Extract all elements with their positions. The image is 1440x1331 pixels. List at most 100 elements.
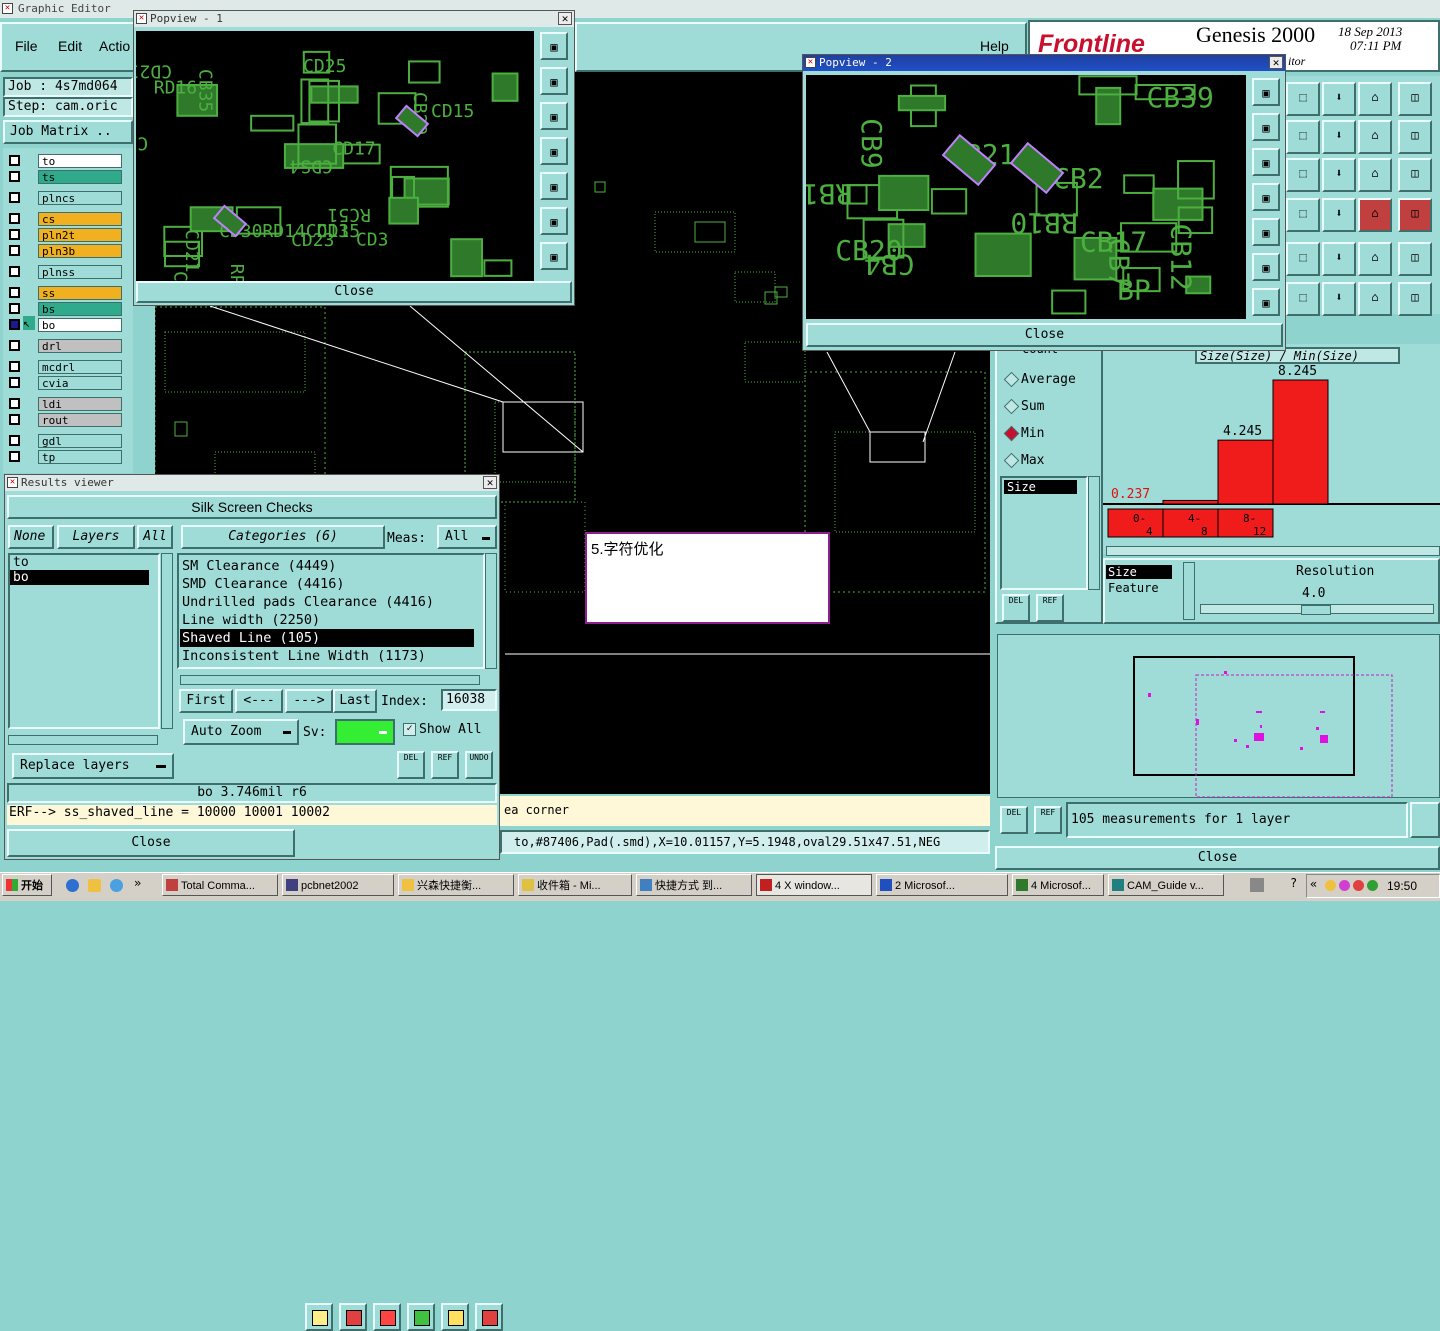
layer-row-pln2t[interactable]: pln2t <box>8 228 124 242</box>
rv-action-icon-4[interactable] <box>407 1303 435 1331</box>
layer-checkbox[interactable] <box>9 192 20 203</box>
layer-checkbox[interactable] <box>9 451 20 462</box>
stats-list-item[interactable]: Size <box>1004 480 1077 494</box>
tool-button-5-4[interactable]: ◫ <box>1398 242 1432 276</box>
rv-layer-to[interactable]: to <box>10 555 149 570</box>
tool-button-4-4[interactable]: ◫ <box>1398 198 1432 232</box>
next-button[interactable]: ---> <box>285 689 333 713</box>
rv-action-icon-6[interactable] <box>475 1303 503 1331</box>
rv-ref-button[interactable]: REF <box>431 751 459 779</box>
tool-button-4-2[interactable]: ⬇ <box>1322 198 1356 232</box>
menu-file[interactable]: File <box>15 38 38 54</box>
layer-checkbox[interactable] <box>9 361 20 372</box>
popview-2-tool-icon-1[interactable]: ▣ <box>1252 78 1280 106</box>
layer-row-plncs[interactable]: plncs <box>8 191 124 205</box>
tray-icon-2[interactable] <box>1339 880 1350 891</box>
histogram-scrollbar[interactable] <box>1106 546 1440 556</box>
rv-action-icon-2[interactable] <box>339 1303 367 1331</box>
popview-2-tool-icon-2[interactable]: ▣ <box>1252 113 1280 141</box>
auto-zoom-dropdown[interactable]: Auto Zoom <box>183 719 299 745</box>
layer-checkbox[interactable] <box>9 377 20 388</box>
layer-name[interactable]: pln3b <box>38 244 122 258</box>
meas-dropdown[interactable]: All <box>437 525 497 549</box>
popview-1-titlebar[interactable]: ✕ Popview - 1 ✕ <box>134 11 574 27</box>
layer-row-pln3b[interactable]: pln3b <box>8 244 124 258</box>
layer-checkbox[interactable] <box>9 435 20 446</box>
layer-checkbox[interactable] <box>9 171 20 182</box>
taskbar-item[interactable]: Total Comma... <box>162 874 278 896</box>
layer-row-ldi[interactable]: ldi <box>8 397 124 411</box>
tool-button-4-1[interactable]: ⬚ <box>1286 198 1320 232</box>
taskbar-item[interactable]: pcbnet2002 <box>282 874 394 896</box>
layer-name[interactable]: plnss <box>38 265 122 279</box>
layer-name[interactable]: ts <box>38 170 122 184</box>
layer-name[interactable]: plncs <box>38 191 122 205</box>
tool-button-6-3[interactable]: ⌂ <box>1358 282 1392 316</box>
category-item[interactable]: Inconsistent Line Width (1173) <box>182 647 426 665</box>
tool-button-2-4[interactable]: ◫ <box>1398 120 1432 154</box>
categories-button[interactable]: Categories (6) <box>181 525 385 549</box>
popview-1-tool-icon-6[interactable]: ▣ <box>540 207 568 235</box>
tool-button-6-4[interactable]: ◫ <box>1398 282 1432 316</box>
taskbar-item[interactable]: 2 Microsof... <box>876 874 1008 896</box>
stats-list-scrollbar[interactable] <box>1088 476 1100 590</box>
tool-button-3-3[interactable]: ⌂ <box>1358 158 1392 192</box>
layer-checkbox[interactable] <box>9 398 20 409</box>
layer-name[interactable]: mcdrl <box>38 360 122 374</box>
layer-checkbox[interactable] <box>9 414 20 425</box>
rv-action-icon-1[interactable] <box>305 1303 333 1331</box>
layer-name[interactable]: cvia <box>38 376 122 390</box>
layer-row-bo[interactable]: bo ↖ <box>8 316 124 332</box>
minimap-del-button[interactable]: DEL <box>1000 806 1028 834</box>
popview-1-tool-icon-3[interactable]: ▣ <box>540 102 568 130</box>
menu-help[interactable]: Help <box>980 38 1009 54</box>
tool-button-5-3[interactable]: ⌂ <box>1358 242 1392 276</box>
category-hscroll[interactable] <box>180 675 480 685</box>
rv-layer-bo[interactable]: bo <box>10 570 149 585</box>
minimap-panel[interactable] <box>997 634 1440 798</box>
stats-list[interactable]: Size <box>1000 476 1088 590</box>
ie-icon[interactable] <box>66 879 79 892</box>
histogram-bar[interactable] <box>1162 499 1219 505</box>
taskbar-item[interactable]: 收件箱 - Mi... <box>518 874 632 896</box>
layer-name[interactable]: tp <box>38 450 122 464</box>
layer-row-tp[interactable]: tp <box>8 450 124 464</box>
rv-layer-vscroll[interactable] <box>161 553 173 729</box>
layer-row-drl[interactable]: drl <box>8 339 124 353</box>
layer-row-gdl[interactable]: gdl <box>8 434 124 448</box>
tray-expand-icon[interactable]: « <box>1310 877 1317 891</box>
show-all-checkbox[interactable]: ✓ <box>403 723 416 736</box>
layer-name[interactable]: pln2t <box>38 228 122 242</box>
stat-option-label[interactable]: Max <box>1021 453 1044 468</box>
taskbar-item[interactable]: CAM_Guide v... <box>1108 874 1224 896</box>
layer-name[interactable]: to <box>38 154 122 168</box>
taskbar-item[interactable]: 4 Microsof... <box>1012 874 1104 896</box>
tray-icon-1[interactable] <box>1325 880 1336 891</box>
layer-row-ts[interactable]: ts <box>8 170 124 184</box>
layer-row-cvia[interactable]: cvia <box>8 376 124 390</box>
last-button[interactable]: Last <box>333 689 377 713</box>
index-input[interactable]: 16038 <box>441 689 497 711</box>
layer-checkbox[interactable] <box>9 245 20 256</box>
category-item[interactable]: SMD Clearance (4416) <box>182 575 345 593</box>
feature-item[interactable]: Feature <box>1106 581 1182 595</box>
layer-row-mcdrl[interactable]: mcdrl <box>8 360 124 374</box>
tray-icon-4[interactable] <box>1367 880 1378 891</box>
keyboard-icon[interactable] <box>1250 878 1264 892</box>
layers-button[interactable]: Layers <box>57 525 135 549</box>
layer-checkbox[interactable] <box>9 229 20 240</box>
size-feature-list[interactable]: Size Feature <box>1106 562 1182 620</box>
tool-button-1-1[interactable]: ⬚ <box>1286 82 1320 116</box>
size-list-scrollbar[interactable] <box>1183 562 1195 620</box>
tool-button-1-3[interactable]: ⌂ <box>1358 82 1392 116</box>
all-layers-button[interactable]: All <box>137 525 173 549</box>
category-item[interactable]: SM Clearance (4449) <box>182 557 336 575</box>
layer-checkbox[interactable] <box>9 287 20 298</box>
category-vscroll[interactable] <box>485 553 497 669</box>
popview-2-tool-icon-6[interactable]: ▣ <box>1252 253 1280 281</box>
rv-action-icon-3[interactable] <box>373 1303 401 1331</box>
stat-option-label[interactable]: Sum <box>1021 399 1044 414</box>
tool-button-5-2[interactable]: ⬇ <box>1322 242 1356 276</box>
stats-print-button[interactable] <box>1410 802 1440 838</box>
tool-button-2-1[interactable]: ⬚ <box>1286 120 1320 154</box>
